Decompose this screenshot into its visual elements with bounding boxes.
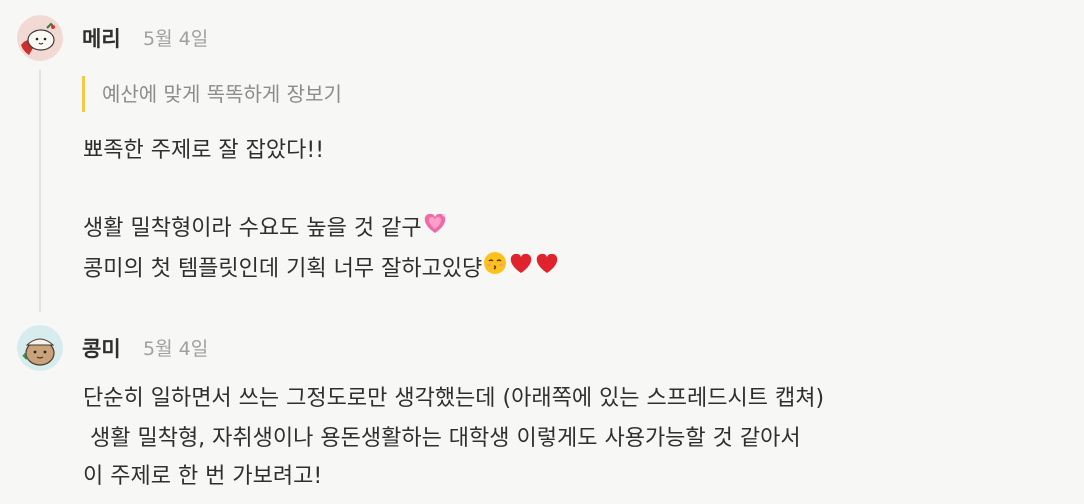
comment-author: 메리 bbox=[82, 27, 121, 51]
quoted-text[interactable]: 예산에 맞게 똑똑하게 장보기 bbox=[82, 76, 342, 112]
comment-line: 생활 밀착형, 자취생이나 용돈생활하는 대학생 이렇게도 사용가능할 것 같아… bbox=[83, 426, 801, 451]
comment-line: 뾰족한 주제로 잘 잡았다!! bbox=[83, 138, 325, 163]
red-heart-icon bbox=[534, 251, 560, 284]
comment-line: 단순히 일하면서 쓰는 그정도로만 생각했는데 (아래쪽에 있는 스프레드시트 … bbox=[83, 386, 825, 411]
comment-author: 콩미 bbox=[82, 337, 121, 361]
avatar-bean-character-icon bbox=[17, 325, 63, 371]
comment-date: 5월 4일 bbox=[143, 338, 209, 360]
avatar[interactable] bbox=[17, 325, 63, 371]
comment-line: 콩미의 첫 템플릿인데 기획 너무 잘하고있댱 bbox=[83, 251, 560, 285]
sparkling-heart-icon bbox=[422, 211, 448, 244]
comment-line: 이 주제로 한 번 가보려고! bbox=[83, 464, 323, 489]
avatar-rice-cake-icon bbox=[17, 15, 63, 61]
comment-line: 생활 밀착형이라 수요도 높을 것 같구 bbox=[83, 211, 448, 244]
thread-connector-line bbox=[39, 70, 41, 312]
kissing-face-icon bbox=[482, 250, 508, 285]
avatar[interactable] bbox=[17, 15, 63, 61]
red-heart-icon bbox=[508, 251, 534, 284]
comment-date: 5월 4일 bbox=[143, 28, 209, 50]
